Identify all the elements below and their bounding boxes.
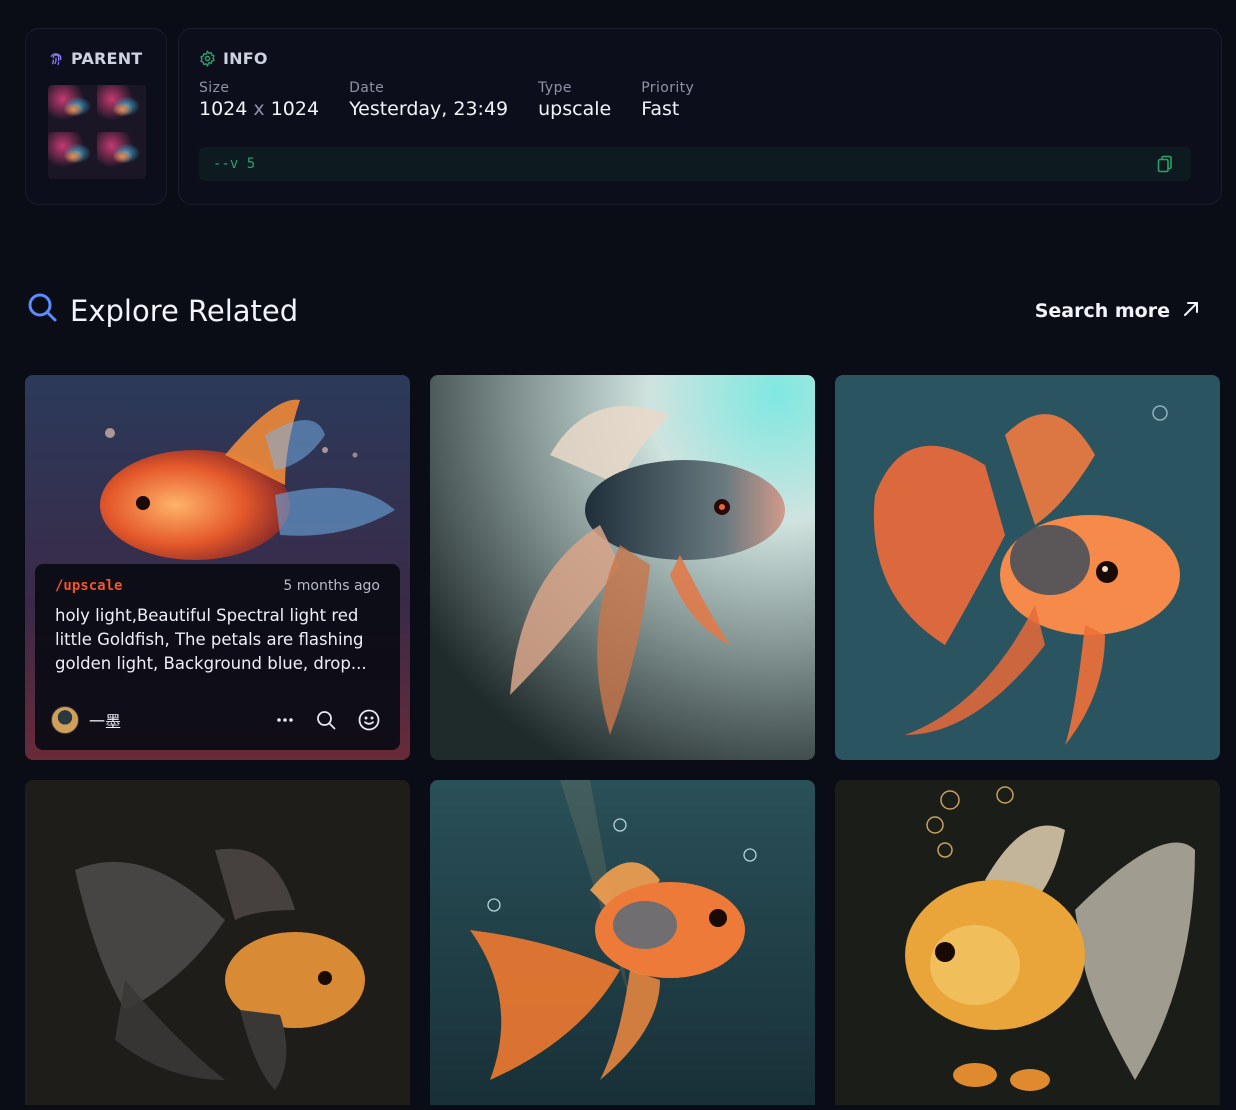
prompt-text: holy light,Beautiful Spectral light red … <box>55 606 367 673</box>
parent-grid-cell <box>97 132 146 179</box>
search-icon[interactable] <box>316 710 336 730</box>
overlay-footer: 一墨 <box>51 706 380 734</box>
priority-value: Fast <box>641 98 680 120</box>
arrow-up-right-icon <box>1182 300 1200 323</box>
size-separator: x <box>253 98 265 120</box>
goldfish-image <box>430 780 815 1105</box>
search-more-link[interactable]: Search more <box>1035 300 1200 323</box>
type-value: upscale <box>538 98 612 120</box>
image-detail-overlay: /upscale 5 months ago holy light,Beautif… <box>35 564 400 750</box>
more-dots-icon[interactable] <box>276 717 294 723</box>
parent-grid-cell <box>48 132 97 179</box>
goldfish-image <box>835 375 1220 760</box>
parent-card: PARENT <box>25 28 167 205</box>
priority-label: Priority <box>641 80 695 96</box>
parent-grid-cell <box>48 85 97 132</box>
gallery-tile[interactable] <box>430 780 815 1105</box>
search-more-label: Search more <box>1034 300 1170 322</box>
size-value: 1024 x 1024 <box>199 98 319 120</box>
goldfish-image <box>25 780 410 1105</box>
info-priority: Priority Fast <box>641 80 694 120</box>
parent-heading-label: PARENT <box>71 49 143 68</box>
related-gallery: /upscale 5 months ago holy light,Beautif… <box>25 375 1220 1105</box>
info-fields: Size 1024 x 1024 Date Yesterday, 23:49 T… <box>199 80 1201 120</box>
fingerprint-icon <box>48 51 64 67</box>
info-heading-label: INFO <box>223 49 268 68</box>
prompt-params-text: --v 5 <box>213 156 256 172</box>
prompt-params-bar: --v 5 <box>199 147 1191 181</box>
date-value: Yesterday, 23:49 <box>349 98 509 120</box>
explore-title-label: Explore Related <box>70 294 299 328</box>
info-type: Type upscale <box>538 80 611 120</box>
copy-icon[interactable] <box>1157 155 1173 177</box>
size-width: 1024 <box>199 98 248 120</box>
explore-header: Explore Related Search more <box>27 292 1200 330</box>
username: 一墨 <box>89 712 122 731</box>
gallery-tile[interactable] <box>835 780 1220 1105</box>
explore-title: Explore Related <box>27 292 298 330</box>
gear-icon <box>199 50 216 67</box>
info-size: Size 1024 x 1024 <box>199 80 319 120</box>
info-heading: INFO <box>199 49 1201 68</box>
details-row: PARENT INFO Size 1024 x 1024 Date Yester… <box>25 28 1222 205</box>
parent-grid-cell <box>97 85 146 132</box>
date-label: Date <box>349 80 385 96</box>
overlay-header: /upscale 5 months ago <box>55 578 380 594</box>
gallery-tile[interactable] <box>430 375 815 760</box>
gallery-tile[interactable] <box>835 375 1220 760</box>
parent-heading: PARENT <box>48 49 166 68</box>
size-height: 1024 <box>270 98 320 120</box>
user-info[interactable]: 一墨 <box>51 706 121 734</box>
goldfish-image <box>835 780 1220 1105</box>
info-date: Date Yesterday, 23:49 <box>349 80 508 120</box>
info-card: INFO Size 1024 x 1024 Date Yesterday, 23… <box>178 28 1222 205</box>
gallery-tile[interactable]: /upscale 5 months ago holy light,Beautif… <box>25 375 410 760</box>
gallery-tile[interactable] <box>25 780 410 1105</box>
overlay-actions <box>276 709 380 731</box>
smiley-icon[interactable] <box>358 709 380 731</box>
parent-image-thumbnail[interactable] <box>48 85 146 179</box>
search-icon <box>27 292 58 330</box>
size-label: Size <box>199 80 230 96</box>
goldfish-image <box>430 375 815 760</box>
timestamp: 5 months ago <box>283 578 380 594</box>
command-badge: /upscale <box>55 578 123 594</box>
type-label: Type <box>538 80 572 96</box>
avatar <box>51 706 79 734</box>
